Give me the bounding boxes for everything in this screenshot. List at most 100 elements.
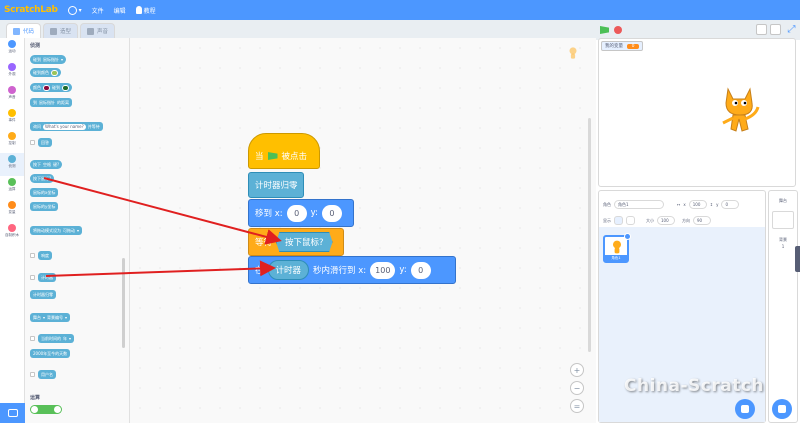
category-operators[interactable]: 运算 bbox=[0, 176, 24, 199]
tutorials-menu[interactable]: 教程 bbox=[135, 6, 156, 15]
color-swatch[interactable] bbox=[62, 84, 69, 91]
zoom-out-button[interactable]: − bbox=[570, 381, 584, 395]
block-text: 计时器 bbox=[41, 274, 53, 280]
palette-block-touching-color[interactable]: 碰到颜色 bbox=[30, 68, 61, 77]
sprite-card[interactable]: 角色1 bbox=[603, 233, 631, 263]
y-position-input[interactable]: 0 bbox=[721, 200, 740, 209]
palette-block-touching[interactable]: 碰到 鼠标指针 ▾ bbox=[30, 55, 67, 64]
mouse-down-reporter[interactable]: 按下鼠标? bbox=[276, 232, 333, 252]
cat-sprite[interactable] bbox=[718, 85, 762, 137]
stop-button[interactable] bbox=[614, 26, 622, 34]
category-control[interactable]: 控制 bbox=[0, 130, 24, 153]
hide-eye-icon[interactable] bbox=[626, 216, 635, 225]
x-position-input[interactable]: 100 bbox=[688, 200, 707, 209]
tab-costumes[interactable]: 造型 bbox=[43, 23, 79, 38]
green-flag-button[interactable] bbox=[600, 26, 609, 34]
add-extension-button[interactable] bbox=[0, 403, 25, 423]
size-input[interactable]: 100 bbox=[657, 216, 675, 225]
block-text: 碰到颜色 bbox=[33, 69, 49, 75]
palette-block-reset-timer[interactable]: 计时器归零 bbox=[30, 290, 56, 299]
fullscreen-icon[interactable]: ⤢ bbox=[786, 24, 797, 35]
glide-to-xy-block[interactable]: 在 计时器 秒内滑行到 x: 100 y: 0 bbox=[248, 256, 456, 284]
choose-sprite-button[interactable] bbox=[735, 399, 755, 419]
x-input[interactable]: 100 bbox=[370, 261, 396, 279]
category-dot bbox=[8, 40, 16, 48]
side-panel-tab[interactable] bbox=[795, 246, 800, 272]
palette-block-timer[interactable]: 计时器 bbox=[38, 273, 56, 282]
edit-menu[interactable]: 编辑 bbox=[114, 6, 126, 15]
block-dropdown[interactable]: 舞台 bbox=[33, 315, 41, 321]
category-motion[interactable]: 运动 bbox=[0, 38, 24, 61]
palette-block-username[interactable]: 用户名 bbox=[38, 370, 56, 379]
monitor-checkbox[interactable] bbox=[30, 275, 35, 280]
palette-block-key-pressed[interactable]: 按下 空格 键? bbox=[30, 160, 63, 169]
palette-block-color-touches[interactable]: 颜色 碰到 bbox=[30, 83, 72, 92]
category-label: 事件 bbox=[8, 118, 16, 122]
palette-block-mouse-x[interactable]: 鼠标的x坐标 bbox=[30, 188, 59, 197]
direction-label: 方向 bbox=[682, 217, 690, 223]
monitor-checkbox[interactable] bbox=[30, 372, 35, 377]
palette-block-mouse-y[interactable]: 鼠标的y坐标 bbox=[30, 202, 59, 211]
palette-block-of[interactable]: 舞台 ▾ 背景编号 ▾ bbox=[30, 313, 71, 322]
x-input[interactable]: 0 bbox=[286, 204, 307, 222]
file-menu[interactable]: 文件 bbox=[92, 6, 104, 15]
monitor-checkbox[interactable] bbox=[30, 336, 35, 341]
direction-input[interactable]: 90 bbox=[693, 216, 711, 225]
category-events[interactable]: 事件 bbox=[0, 107, 24, 130]
block-dropdown[interactable]: 空格 bbox=[43, 162, 51, 168]
sprite-name-input[interactable]: 角色1 bbox=[614, 200, 664, 209]
tab-code[interactable]: 代码 bbox=[6, 23, 42, 38]
scratch-logo[interactable]: ScratchLab bbox=[4, 5, 58, 15]
block-dropdown[interactable]: 年 bbox=[63, 336, 67, 342]
small-stage-button[interactable] bbox=[756, 24, 767, 35]
palette-block-distance[interactable]: 到 鼠标指针 的距离 bbox=[30, 98, 72, 107]
color-swatch[interactable] bbox=[51, 69, 58, 76]
block-input[interactable] bbox=[54, 406, 61, 413]
timer-reporter[interactable]: 计时器 bbox=[267, 260, 310, 280]
choose-backdrop-button[interactable] bbox=[772, 399, 792, 419]
palette-block-days-since[interactable]: 2000年至今的天数 bbox=[30, 349, 71, 358]
wait-until-block[interactable]: 等待 按下鼠标? bbox=[248, 228, 344, 256]
palette-block-loudness[interactable]: 响度 bbox=[38, 251, 52, 260]
y-input[interactable]: 0 bbox=[321, 204, 342, 222]
palette-section-title: 侦测 bbox=[30, 43, 41, 49]
stage-target-pane[interactable]: 舞台 背景 1 bbox=[768, 190, 798, 423]
palette-block-drag-mode[interactable]: 将拖动模式设为 可拖动 ▾ bbox=[30, 226, 83, 235]
palette-block-mouse-down[interactable]: 按下鼠标? bbox=[30, 174, 55, 183]
tab-sounds[interactable]: 声音 bbox=[80, 23, 116, 38]
palette-scrollbar[interactable] bbox=[122, 258, 125, 348]
palette-block-answer[interactable]: 回答 bbox=[38, 138, 52, 147]
category-sound[interactable]: 声音 bbox=[0, 84, 24, 107]
block-dropdown[interactable]: 鼠标指针 bbox=[43, 57, 59, 63]
zoom-in-button[interactable]: + bbox=[570, 363, 584, 377]
script-scrollbar[interactable] bbox=[588, 118, 591, 352]
category-looks[interactable]: 外观 bbox=[0, 61, 24, 84]
stage-canvas[interactable]: 我的变量 0 bbox=[598, 38, 796, 187]
monitor-checkbox[interactable] bbox=[30, 140, 35, 145]
large-stage-button[interactable] bbox=[770, 24, 781, 35]
block-dropdown[interactable]: 背景编号 bbox=[47, 315, 63, 321]
palette-block-ask[interactable]: 询问 What's your name? 并等待 bbox=[30, 122, 103, 131]
stage-thumbnail[interactable] bbox=[772, 211, 794, 229]
y-input[interactable]: 0 bbox=[410, 261, 431, 279]
zoom-reset-button[interactable]: = bbox=[570, 399, 584, 413]
category-variables[interactable]: 变量 bbox=[0, 199, 24, 222]
show-eye-icon[interactable] bbox=[614, 216, 623, 225]
block-text: 移到 x: bbox=[255, 209, 283, 219]
block-input[interactable] bbox=[31, 406, 38, 413]
script-area[interactable]: 当 被点击 计时器归零 移到 x: 0 y: 0 等待 按下鼠标? 在 计时器 … bbox=[130, 38, 596, 423]
when-flag-clicked-block[interactable]: 当 被点击 bbox=[248, 133, 320, 169]
block-dropdown[interactable]: 鼠标指针 bbox=[39, 100, 55, 106]
color-swatch[interactable] bbox=[43, 84, 50, 91]
category-sensing[interactable]: 侦测 bbox=[0, 153, 24, 176]
palette-block-add[interactable] bbox=[30, 405, 62, 414]
delete-sprite-icon[interactable] bbox=[624, 233, 631, 240]
block-dropdown[interactable]: 可拖动 bbox=[63, 228, 75, 234]
language-menu[interactable]: ▾ bbox=[67, 5, 82, 15]
goto-xy-block[interactable]: 移到 x: 0 y: 0 bbox=[248, 199, 354, 227]
reset-timer-block[interactable]: 计时器归零 bbox=[248, 172, 304, 198]
category-my-blocks[interactable]: 自制积木 bbox=[0, 222, 24, 245]
monitor-checkbox[interactable] bbox=[30, 253, 35, 258]
palette-block-current[interactable]: 当前时间的 年 ▾ bbox=[38, 334, 75, 343]
block-input[interactable]: What's your name? bbox=[43, 123, 86, 130]
